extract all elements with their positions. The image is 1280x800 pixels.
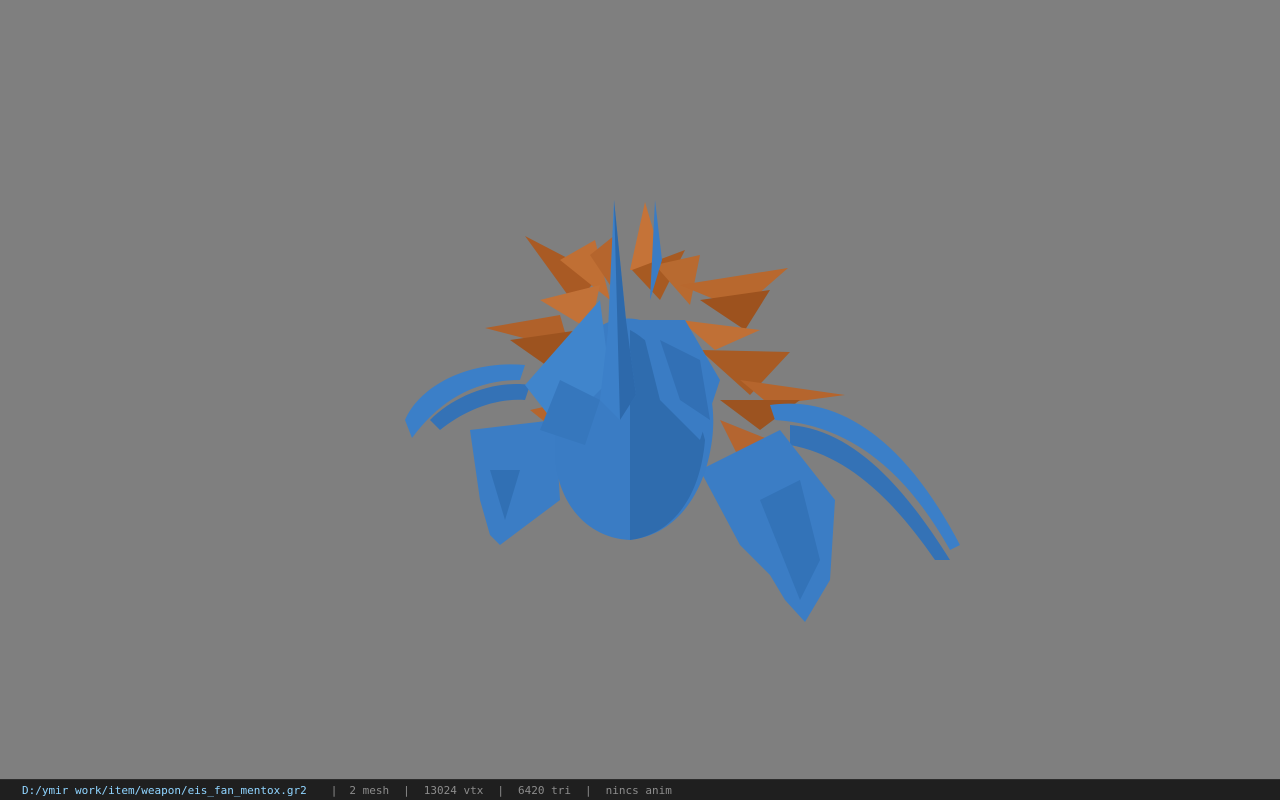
file-path: D:/ymir work/item/weapon/eis_fan_mentox.… [22, 783, 307, 797]
separator: | [330, 783, 338, 797]
animation-status: nincs anim [605, 783, 672, 797]
separator: | [585, 783, 592, 797]
3d-viewport[interactable] [0, 0, 1280, 779]
status-bar: D:/ymir work/item/weapon/eis_fan_mentox.… [0, 779, 1280, 800]
separator: | [403, 783, 410, 797]
separator: | [497, 783, 505, 797]
vertex-count: 13024 vtx [423, 783, 484, 797]
fan-model [405, 200, 960, 622]
mesh-count: 2 mesh [349, 783, 390, 797]
triangle-count: 6420 tri [518, 783, 571, 797]
